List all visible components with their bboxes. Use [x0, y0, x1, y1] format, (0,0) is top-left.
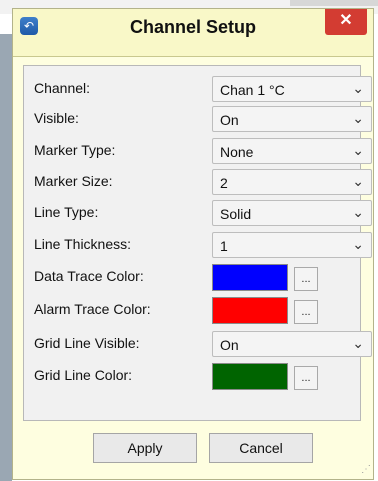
- close-button[interactable]: ✕: [325, 9, 367, 35]
- data-trace-color-label: Data Trace Color:: [34, 268, 144, 284]
- chevron-down-icon: ⌄: [352, 335, 364, 351]
- line-thickness-value: 1: [220, 238, 228, 254]
- data-trace-color-row: Data Trace Color: ...: [24, 264, 362, 291]
- data-trace-color-picker-button[interactable]: ...: [294, 267, 318, 291]
- apply-button[interactable]: Apply: [93, 433, 197, 463]
- marker-type-row: Marker Type: None ⌄: [24, 138, 372, 165]
- cancel-button[interactable]: Cancel: [209, 433, 313, 463]
- resize-grip-icon[interactable]: ⋰: [359, 465, 371, 477]
- chevron-down-icon: ⌄: [352, 142, 364, 158]
- alarm-trace-color-label: Alarm Trace Color:: [34, 301, 151, 317]
- line-type-select[interactable]: Solid ⌄: [212, 200, 372, 226]
- channel-select[interactable]: Chan 1 °C ⌄: [212, 76, 372, 102]
- grid-line-color-swatch[interactable]: [212, 363, 288, 390]
- channel-label: Channel:: [34, 80, 91, 96]
- dialog-titlebar: ↶ Channel Setup ✕: [13, 9, 373, 57]
- marker-type-value: None: [220, 144, 254, 160]
- channel-value: Chan 1 °C: [220, 82, 285, 98]
- marker-type-select[interactable]: None ⌄: [212, 138, 372, 164]
- grid-line-visible-value: On: [220, 337, 239, 353]
- line-type-row: Line Type: Solid ⌄: [24, 200, 372, 227]
- dialog-title: Channel Setup: [129, 17, 256, 37]
- data-trace-color-swatch[interactable]: [212, 264, 288, 291]
- grid-line-color-picker-button[interactable]: ...: [294, 366, 318, 390]
- settings-panel: Channel: Chan 1 °C ⌄ Visible: On ⌄ Marke…: [23, 65, 372, 421]
- chevron-down-icon: ⌄: [352, 173, 364, 189]
- visible-select[interactable]: On ⌄: [212, 106, 372, 132]
- grid-line-visible-select[interactable]: On ⌄: [212, 331, 372, 357]
- visible-value: On: [220, 112, 239, 128]
- line-thickness-label: Line Thickness:: [34, 236, 132, 252]
- channel-row: Channel: Chan 1 °C ⌄: [24, 76, 372, 103]
- line-thickness-row: Line Thickness: 1 ⌄: [24, 232, 372, 259]
- marker-size-label: Marker Size:: [34, 173, 113, 189]
- marker-size-select[interactable]: 2 ⌄: [212, 169, 372, 195]
- line-type-label: Line Type:: [34, 204, 99, 220]
- alarm-trace-color-swatch[interactable]: [212, 297, 288, 324]
- chevron-down-icon: ⌄: [352, 204, 364, 220]
- visible-label: Visible:: [34, 110, 79, 126]
- grid-line-visible-label: Grid Line Visible:: [34, 335, 140, 351]
- visible-row: Visible: On ⌄: [24, 106, 372, 133]
- background-window-edge: [290, 0, 378, 6]
- grid-line-visible-row: Grid Line Visible: On ⌄: [24, 331, 372, 358]
- alarm-trace-color-picker-button[interactable]: ...: [294, 300, 318, 324]
- line-type-value: Solid: [220, 206, 252, 222]
- background-window-shadow: [0, 34, 12, 481]
- chevron-down-icon: ⌄: [352, 80, 364, 96]
- chevron-down-icon: ⌄: [352, 110, 364, 126]
- chevron-down-icon: ⌄: [352, 236, 364, 252]
- line-thickness-select[interactable]: 1 ⌄: [212, 232, 372, 258]
- channel-setup-dialog: ↶ Channel Setup ✕ Channel: Chan 1 °C ⌄ V…: [12, 8, 374, 480]
- marker-size-value: 2: [220, 175, 228, 191]
- grid-line-color-row: Grid Line Color: ...: [24, 363, 362, 390]
- grid-line-color-label: Grid Line Color:: [34, 367, 133, 383]
- alarm-trace-color-row: Alarm Trace Color: ...: [24, 297, 362, 324]
- marker-type-label: Marker Type:: [34, 142, 116, 158]
- marker-size-row: Marker Size: 2 ⌄: [24, 169, 372, 196]
